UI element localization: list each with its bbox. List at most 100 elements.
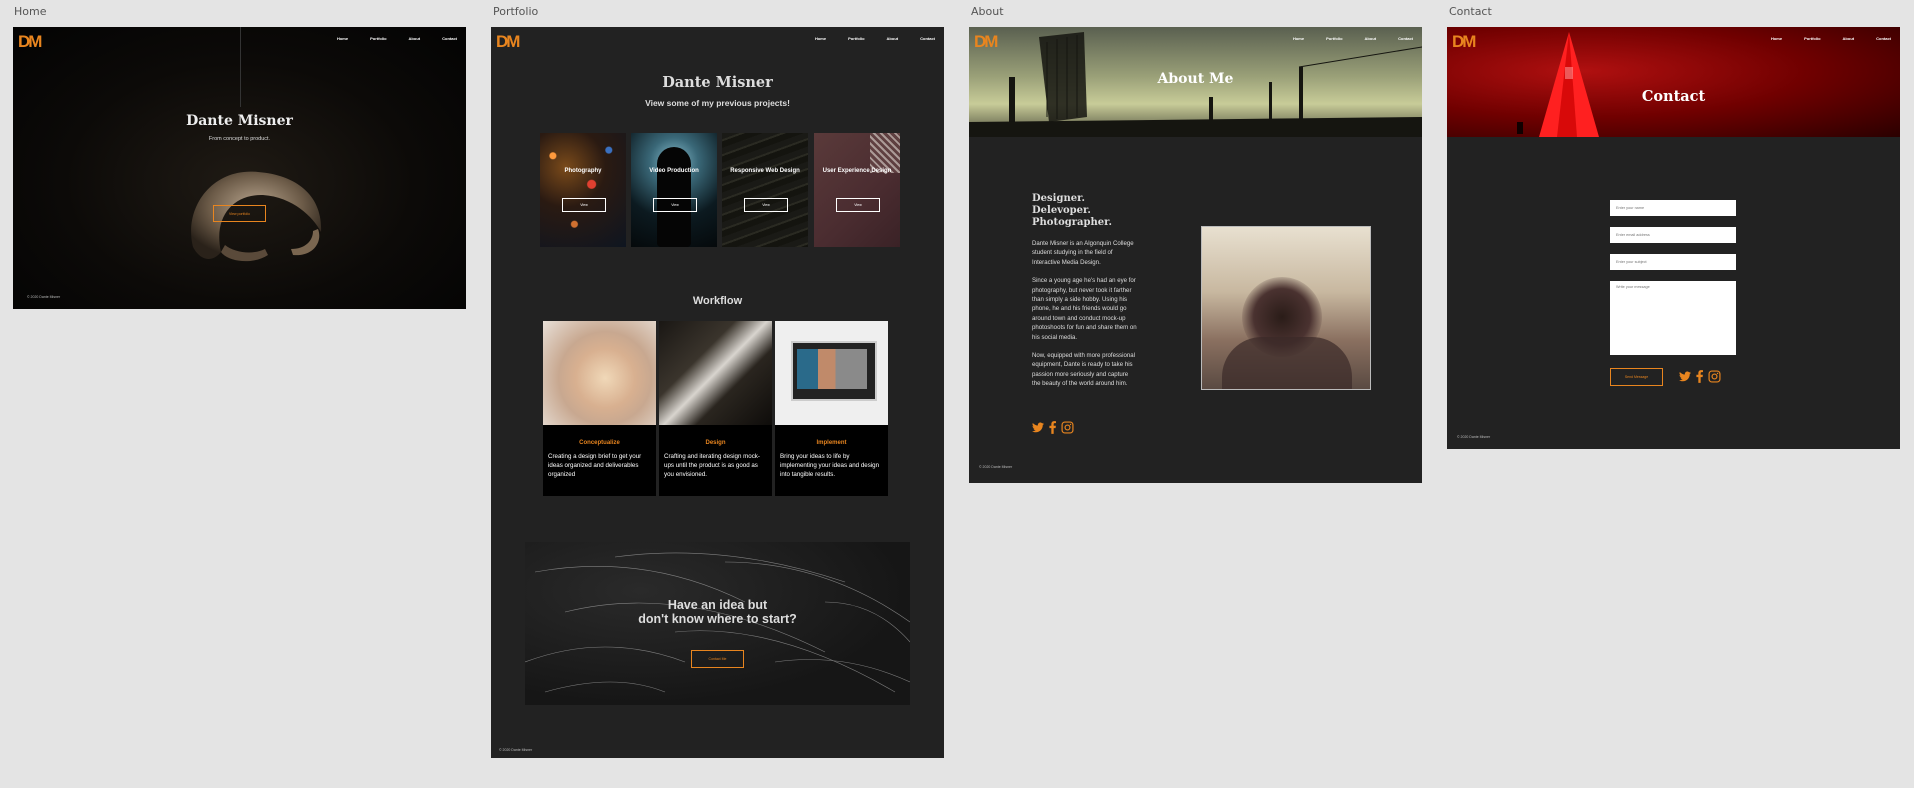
bokeh-lights — [540, 133, 626, 247]
home-tagline: From concept to product. — [208, 136, 271, 142]
svg-text:DM: DM — [496, 32, 520, 50]
svg-text:DM: DM — [974, 32, 998, 50]
nav-portfolio[interactable]: Portfolio — [1804, 36, 1820, 41]
workflow-desc: Crafting and iterating design mock-ups u… — [664, 453, 760, 478]
email-field[interactable] — [1610, 227, 1736, 243]
footer-copyright: © 2020 Dante Misner — [499, 748, 533, 752]
instagram-icon[interactable] — [1061, 421, 1074, 434]
silhouette — [657, 147, 691, 247]
view-button[interactable]: View — [653, 198, 697, 212]
nav-about[interactable]: About — [409, 36, 421, 41]
logo[interactable]: DM — [1452, 32, 1482, 50]
svg-text:DM: DM — [1452, 32, 1476, 50]
main-nav: Home Portfolio About Contact — [337, 36, 457, 41]
main-nav: Home Portfolio About Contact — [1771, 36, 1891, 41]
workflow-card-conceptualize: Conceptualize Creating a design brief to… — [543, 321, 656, 496]
home-name: Dante Misner — [186, 113, 293, 129]
nav-contact[interactable]: Contact — [920, 36, 935, 41]
portrait-blur-body — [1222, 337, 1352, 389]
instagram-icon[interactable] — [1708, 370, 1721, 383]
category-card-responsive-web-design[interactable]: Responsive Web Design View — [722, 133, 808, 247]
social-links — [1032, 421, 1074, 434]
heading-line-2: Delevoper. — [1032, 205, 1091, 216]
facebook-icon[interactable] — [1696, 370, 1703, 383]
contact-hero-image: Contact — [1447, 27, 1900, 137]
heading-line-1: Designer. — [1032, 193, 1085, 204]
view-portfolio-button[interactable]: View portfolio — [213, 205, 266, 222]
about-hero-image: About Me — [969, 27, 1422, 137]
footer-copyright: © 2020 Dante Misner — [27, 295, 61, 299]
cta-banner: Have an idea but don't know where to sta… — [525, 542, 910, 705]
nav-about[interactable]: About — [1843, 36, 1855, 41]
logo[interactable]: DM — [974, 32, 1004, 50]
view-button[interactable]: View — [836, 198, 880, 212]
bio-paragraph-3: Now, equipped with more professional equ… — [1032, 352, 1135, 388]
category-title: User Experience Design — [822, 168, 892, 174]
about-artboard: About Me DM Home Portfolio About Contact… — [969, 27, 1422, 483]
category-card-video-production[interactable]: Video Production View — [631, 133, 717, 247]
cta-line-1: Have an idea but — [667, 598, 768, 612]
about-heading: Designer. Delevoper. Photographer. — [1032, 193, 1112, 229]
logo[interactable]: DM — [18, 32, 48, 50]
workflow-desc: Creating a design brief to get your idea… — [548, 453, 642, 478]
main-nav: Home Portfolio About Contact — [1293, 36, 1413, 41]
svg-text:DM: DM — [18, 32, 42, 50]
artboard-label-contact: Contact — [1449, 5, 1492, 18]
send-message-button[interactable]: Send Message — [1610, 368, 1663, 386]
twitter-icon[interactable] — [1679, 371, 1691, 382]
artboard-label-about: About — [971, 5, 1004, 18]
twitter-icon[interactable] — [1032, 422, 1044, 433]
workflow-title: Conceptualize — [579, 440, 620, 446]
monitor-image — [775, 321, 888, 425]
artboard-label-home: Home — [14, 5, 47, 18]
facebook-icon[interactable] — [1049, 421, 1056, 434]
nav-home[interactable]: Home — [337, 36, 348, 41]
category-card-photography[interactable]: Photography View — [540, 133, 626, 247]
nav-home[interactable]: Home — [1293, 36, 1304, 41]
nav-contact[interactable]: Contact — [442, 36, 457, 41]
workflow-card-implement: Implement Bring your ideas to life by im… — [775, 321, 888, 496]
workflow-heading: Workflow — [692, 295, 743, 307]
hanging-wire — [240, 27, 241, 107]
contact-title: Contact — [1641, 88, 1706, 105]
nav-portfolio[interactable]: Portfolio — [370, 36, 386, 41]
metronome-illustration — [1517, 32, 1599, 137]
category-title: Video Production — [649, 168, 699, 174]
footer-copyright: © 2020 Dante Misner — [1457, 435, 1491, 439]
nav-about[interactable]: About — [1365, 36, 1377, 41]
workflow-title: Design — [705, 440, 726, 446]
home-artboard: DM Home Portfolio About Contact Dante Mi… — [13, 27, 466, 309]
nav-portfolio[interactable]: Portfolio — [848, 36, 864, 41]
about-portrait — [1201, 226, 1371, 390]
nav-contact[interactable]: Contact — [1876, 36, 1891, 41]
heading-line-3: Photographer. — [1032, 217, 1112, 228]
desk-image — [659, 321, 772, 425]
category-title: Responsive Web Design — [730, 168, 800, 174]
about-bio: Dante Misner is an Algonquin College stu… — [1032, 239, 1138, 389]
workflow-card-design: Design Crafting and iterating design moc… — [659, 321, 772, 496]
contact-artboard: Contact DM Home Portfolio About Contact … — [1447, 27, 1900, 449]
portfolio-name: Dante Misner — [662, 74, 773, 91]
category-card-ux-design[interactable]: User Experience Design View — [814, 133, 900, 247]
nav-contact[interactable]: Contact — [1398, 36, 1413, 41]
view-button[interactable]: View — [744, 198, 788, 212]
artboard-label-portfolio: Portfolio — [493, 5, 539, 18]
nav-home[interactable]: Home — [1771, 36, 1782, 41]
nav-home[interactable]: Home — [815, 36, 826, 41]
social-links — [1679, 370, 1721, 383]
workflow-desc: Bring your ideas to life by implementing… — [780, 453, 880, 478]
logo[interactable]: DM — [496, 32, 526, 50]
contact-me-button[interactable]: Contact Me — [691, 650, 744, 668]
nav-portfolio[interactable]: Portfolio — [1326, 36, 1342, 41]
portfolio-artboard: DM Home Portfolio About Contact Dante Mi… — [491, 27, 944, 758]
nav-about[interactable]: About — [887, 36, 899, 41]
bio-paragraph-2: Since a young age he's had an eye for ph… — [1032, 277, 1137, 341]
name-field[interactable] — [1610, 200, 1736, 216]
footer-copyright: © 2020 Dante Misner — [979, 465, 1013, 469]
view-button[interactable]: View — [562, 198, 606, 212]
message-field[interactable] — [1610, 281, 1736, 355]
bio-paragraph-1: Dante Misner is an Algonquin College stu… — [1032, 240, 1134, 266]
subject-field[interactable] — [1610, 254, 1736, 270]
cta-line-2: don't know where to start? — [638, 612, 797, 626]
portfolio-subtitle: View some of my previous projects! — [645, 98, 790, 108]
